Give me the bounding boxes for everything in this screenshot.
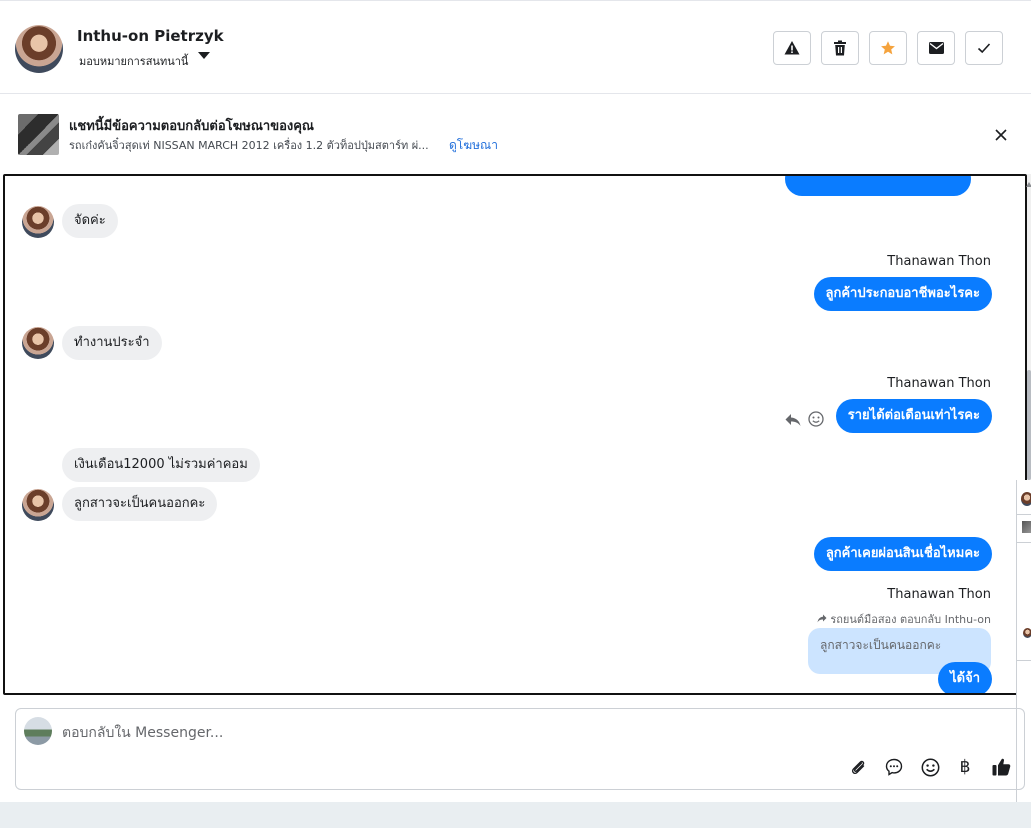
incoming-message[interactable]: จัดค่ะ xyxy=(62,204,118,238)
envelope-icon xyxy=(928,42,944,54)
reply-input[interactable] xyxy=(60,719,764,747)
chevron-down-icon[interactable] xyxy=(198,52,210,59)
outgoing-message[interactable]: ลูกค้าเคยผ่อนสินเชื่อไหมคะ xyxy=(813,537,992,571)
contact-avatar[interactable] xyxy=(15,25,63,73)
page-footer-bar xyxy=(0,802,1031,828)
sender-name: Thanawan Thon xyxy=(887,587,991,602)
side-avatar[interactable] xyxy=(1021,492,1031,506)
reply-context: รถยนต์มือสอง ตอบกลับ Inthu-on xyxy=(817,610,991,628)
reply-context-text: รถยนต์มือสอง ตอบกลับ Inthu-on xyxy=(830,613,991,626)
side-divider xyxy=(1016,542,1031,543)
page-avatar xyxy=(24,717,52,745)
outgoing-message[interactable]: ลูกค้าประกอบอาชีพอะไรคะ xyxy=(813,277,992,311)
emoji-button[interactable] xyxy=(918,755,942,779)
mark-spam-button[interactable] xyxy=(773,31,811,65)
ad-banner-title: แชทนี้มีข้อความตอบกลับต่อโฆษณาของคุณ xyxy=(69,119,314,134)
close-icon xyxy=(995,129,1007,141)
like-button[interactable] xyxy=(989,755,1013,779)
contact-avatar-small xyxy=(22,327,54,359)
side-divider xyxy=(1016,514,1031,515)
close-banner-button[interactable] xyxy=(990,124,1012,146)
side-divider xyxy=(1016,660,1031,661)
incoming-message[interactable]: ทำงานประจำ xyxy=(62,326,162,360)
mark-unread-button[interactable] xyxy=(917,31,955,65)
warning-icon xyxy=(784,41,800,55)
message-thread[interactable]: จัดค่ะ Thanawan Thon ลูกค้าประกอบอาชีพอะ… xyxy=(3,174,1027,695)
paperclip-icon xyxy=(851,760,865,775)
reply-arrow-icon xyxy=(817,614,827,623)
payment-button[interactable]: ฿ xyxy=(953,755,977,779)
scrollbar-thumb[interactable] xyxy=(1027,370,1031,480)
side-thumbnail[interactable] xyxy=(1022,521,1031,533)
side-avatar[interactable] xyxy=(1023,628,1031,638)
outgoing-message[interactable]: ได้จ้า xyxy=(938,662,992,693)
saved-replies-button[interactable] xyxy=(882,755,906,779)
view-ad-link[interactable]: ดูโฆษณา xyxy=(449,136,498,155)
delete-button[interactable] xyxy=(821,31,859,65)
contact-name[interactable]: Inthu-on Pietrzyk xyxy=(77,27,224,45)
ad-description: รถเก๋งคันจิ๋วสุดเท่ NISSAN MARCH 2012 เค… xyxy=(69,139,429,152)
trash-icon xyxy=(834,40,846,56)
reply-icon[interactable] xyxy=(785,412,801,426)
star-button[interactable] xyxy=(869,31,907,65)
previous-message-bubble[interactable] xyxy=(785,176,971,196)
attach-button[interactable] xyxy=(846,755,870,779)
mark-done-button[interactable] xyxy=(965,31,1003,65)
star-icon xyxy=(881,41,895,55)
contact-avatar-small xyxy=(22,489,54,521)
scroll-up-icon[interactable] xyxy=(1026,182,1031,187)
ad-thumbnail[interactable] xyxy=(18,114,59,155)
react-emoji-icon[interactable] xyxy=(808,411,824,427)
check-icon xyxy=(977,43,991,54)
sender-name: Thanawan Thon xyxy=(887,254,991,269)
incoming-message[interactable]: เงินเดือน12000 ไม่รวมค่าคอม xyxy=(62,448,260,482)
assign-conversation-label[interactable]: มอบหมายการสนทนานี้ xyxy=(79,52,188,70)
incoming-message[interactable]: ลูกสาวจะเป็นคนออกคะ xyxy=(62,487,218,521)
thumbs-up-icon xyxy=(992,758,1010,776)
contact-avatar-small xyxy=(22,206,54,238)
outgoing-message[interactable]: รายได้ต่อเดือนเท่าไรคะ xyxy=(835,399,992,433)
emoji-icon xyxy=(921,758,939,776)
chat-bubble-icon xyxy=(885,758,903,776)
ad-reply-banner: แชทนี้มีข้อความตอบกลับต่อโฆษณาของคุณ รถเ… xyxy=(0,94,1031,174)
sender-name: Thanawan Thon xyxy=(887,376,991,391)
